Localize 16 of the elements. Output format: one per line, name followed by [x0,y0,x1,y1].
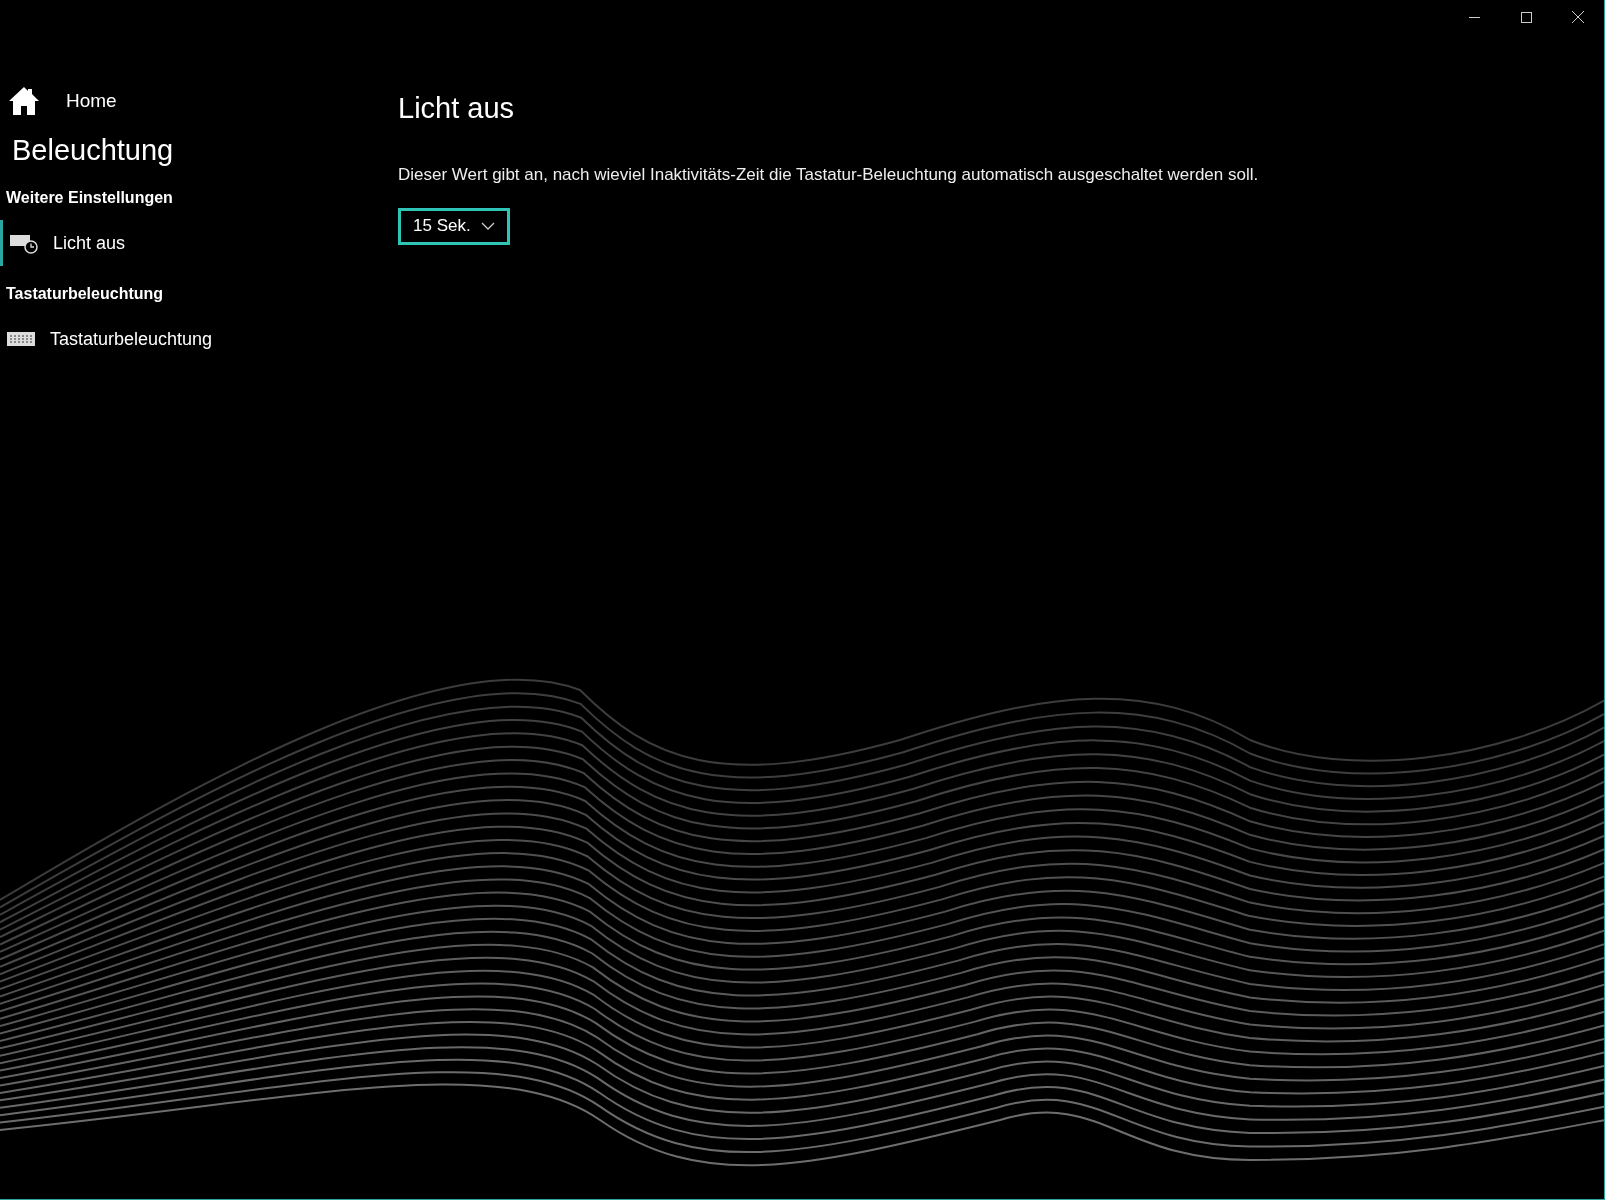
keyboard-clock-icon [9,232,39,254]
page-title: Licht aus [398,91,516,126]
description-text: Dieser Wert gibt an, nach wieviel Inaktivitäts-Zeit die Tastatur-Beleuchtung automatisch ausgeschaltet werden soll. [398,164,1259,186]
maximize-icon [1520,11,1532,23]
home-icon [8,86,40,116]
nav-item[interactable]: Tastaturbeleuchtung [0,316,380,362]
close-icon [1572,11,1584,23]
keyboard-icon [6,331,36,347]
section-heading: Tastaturbeleuchtung [5,284,165,304]
timeout-dropdown[interactable]: 15 Sek. [398,207,510,245]
chevron-down-icon [480,222,495,230]
home-link[interactable]: Home [0,86,117,116]
sidebar-title: Beleuchtung [11,133,175,168]
section-heading: Weitere Einstellungen [5,188,174,208]
minimize-icon [1468,16,1480,18]
nav-item[interactable]: Licht aus [0,220,380,266]
